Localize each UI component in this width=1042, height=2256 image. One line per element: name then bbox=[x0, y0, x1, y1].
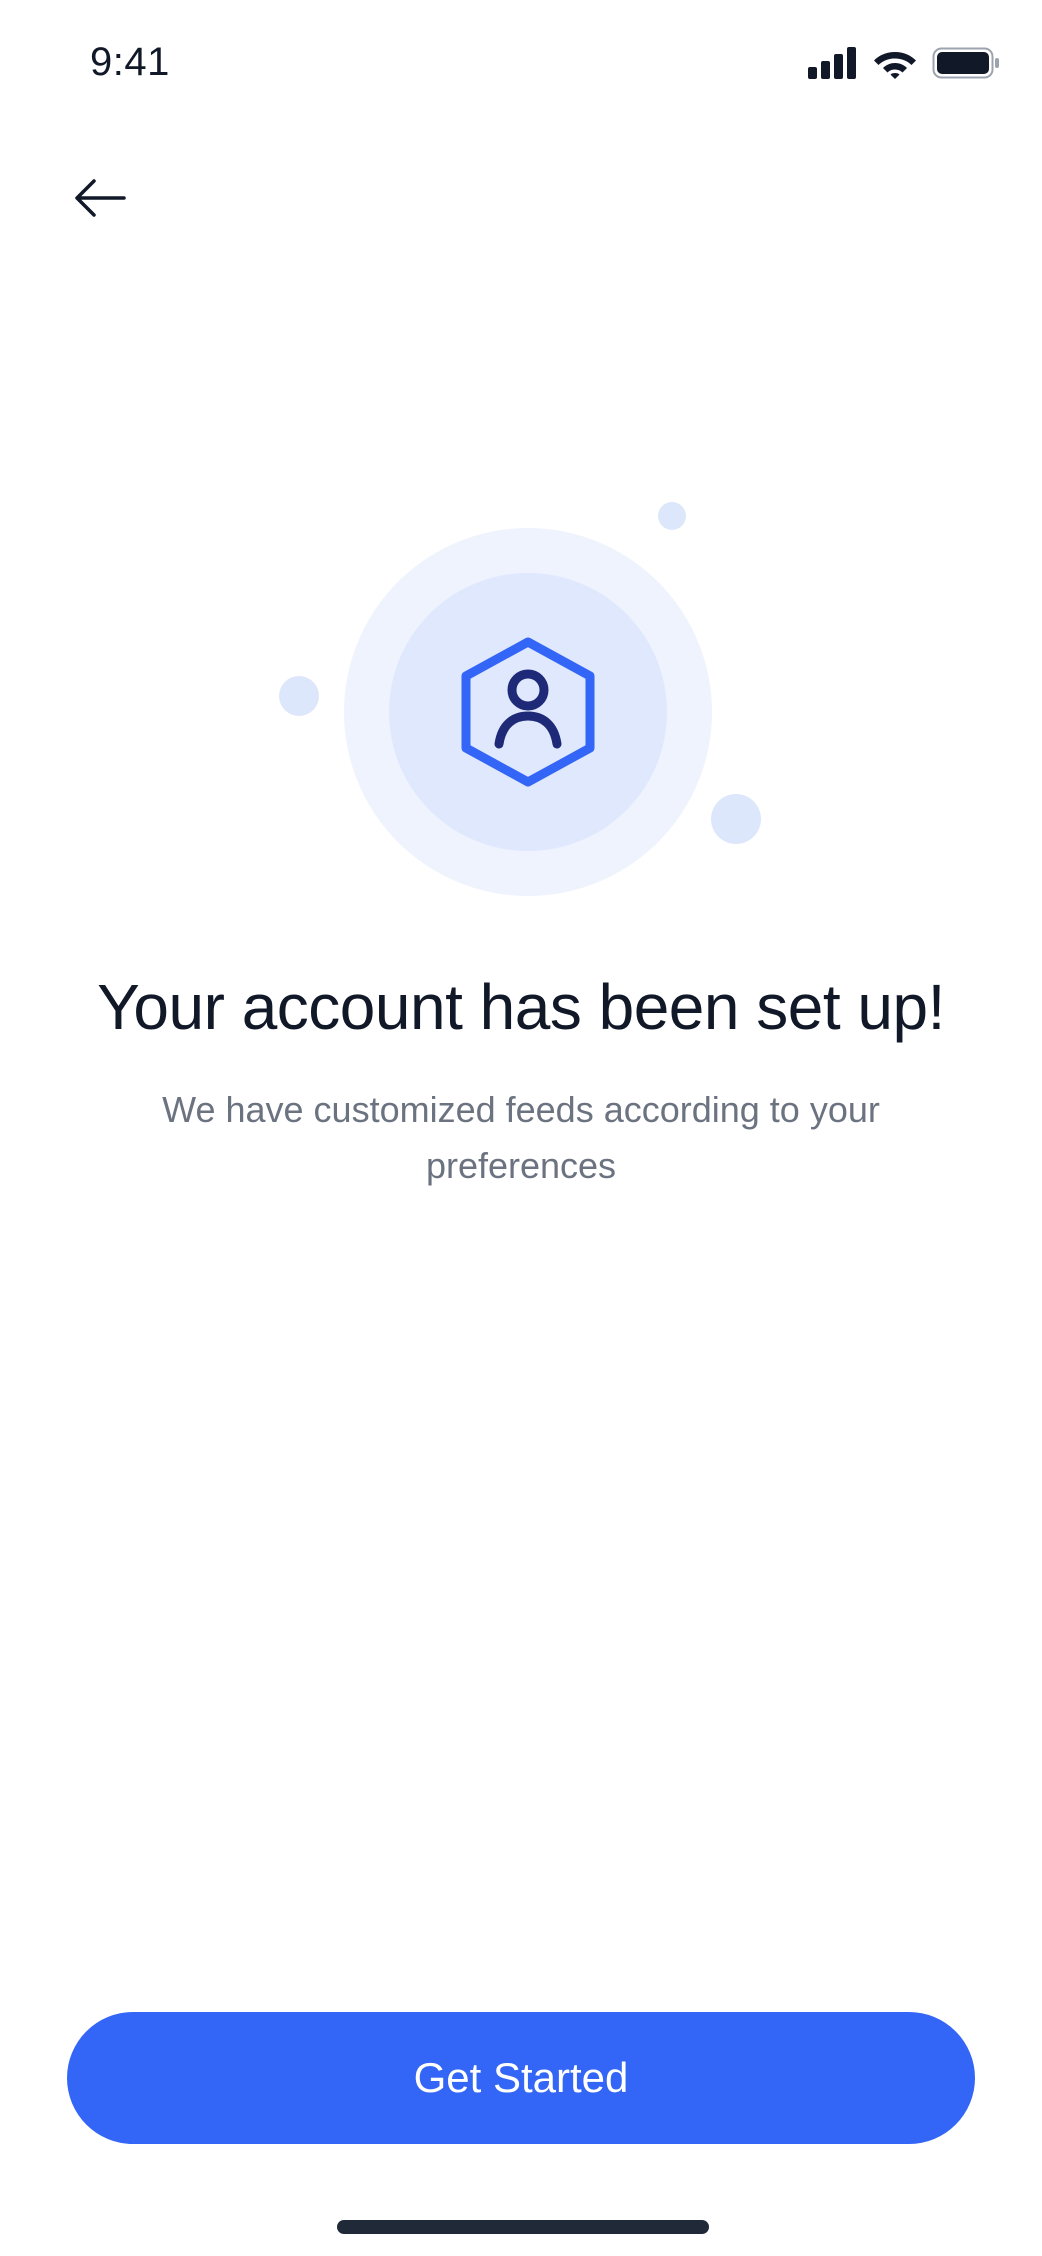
page-title: Your account has been set up! bbox=[97, 971, 945, 1043]
home-indicator bbox=[337, 2220, 709, 2234]
bubble-left bbox=[279, 676, 319, 716]
status-time: 9:41 bbox=[90, 40, 170, 84]
arrow-left-icon bbox=[72, 176, 128, 225]
battery-icon bbox=[932, 47, 1000, 84]
wifi-icon bbox=[872, 46, 918, 85]
bubble-small bbox=[658, 502, 686, 530]
cellular-signal-icon bbox=[808, 47, 858, 84]
status-bar: 9:41 bbox=[0, 0, 1042, 130]
get-started-button[interactable]: Get Started bbox=[67, 2012, 975, 2144]
page-subtitle: We have customized feeds according to yo… bbox=[162, 1089, 880, 1186]
status-icons bbox=[808, 46, 1000, 85]
bubble-right bbox=[711, 794, 761, 844]
back-button[interactable] bbox=[60, 160, 140, 240]
success-illustration bbox=[0, 480, 1042, 920]
